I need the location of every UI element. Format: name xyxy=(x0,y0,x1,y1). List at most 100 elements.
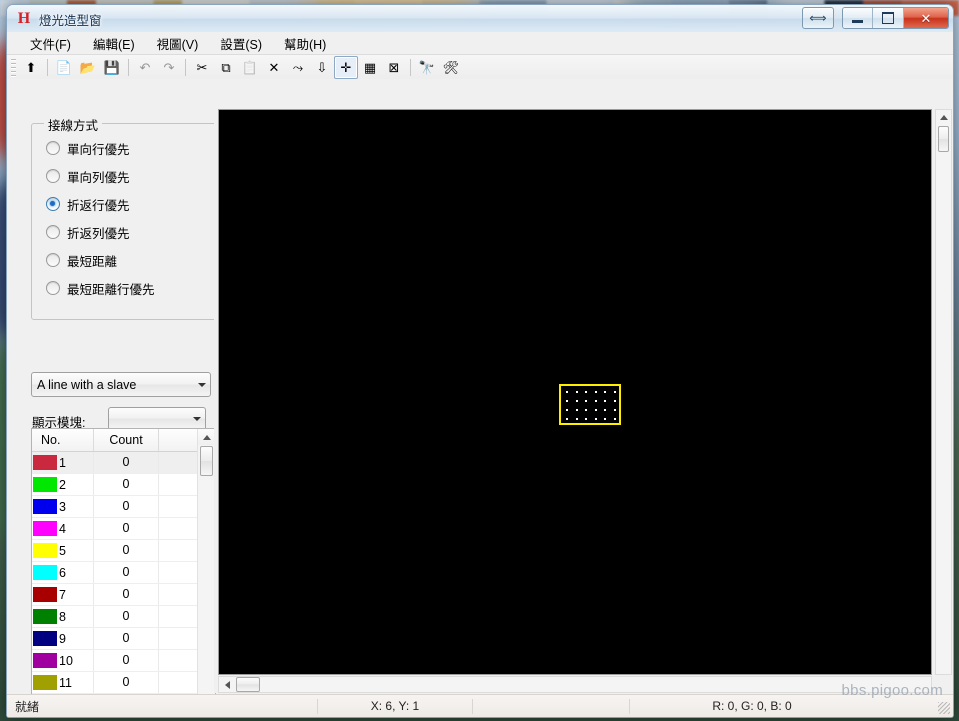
canvas-horizontal-scrollbar[interactable] xyxy=(218,676,932,693)
scrollbar-thumb[interactable] xyxy=(236,677,260,692)
radio-oneway-row-first[interactable]: 單向行優先 xyxy=(32,134,218,162)
color-swatch[interactable] xyxy=(33,609,57,624)
radio-indicator-icon[interactable] xyxy=(46,169,60,183)
delete-button[interactable]: ✕ xyxy=(262,56,286,79)
scroll-up-button[interactable] xyxy=(198,429,215,445)
table-row[interactable]: 90 xyxy=(32,628,215,650)
table-vertical-scrollbar[interactable] xyxy=(197,429,215,713)
table-row[interactable]: 80 xyxy=(32,606,215,628)
table-row[interactable]: 50 xyxy=(32,540,215,562)
scroll-left-button[interactable] xyxy=(219,677,235,692)
table-row[interactable]: 70 xyxy=(32,584,215,606)
led-point[interactable] xyxy=(566,409,568,411)
led-point[interactable] xyxy=(585,400,588,402)
led-point[interactable] xyxy=(585,391,588,393)
scrollbar-thumb[interactable] xyxy=(938,126,949,152)
point-edit-button[interactable]: ✛ xyxy=(334,56,358,79)
table-row[interactable]: 40 xyxy=(32,518,215,540)
led-point[interactable] xyxy=(594,418,597,420)
scrollbar-thumb[interactable] xyxy=(200,446,213,476)
table-row[interactable]: 60 xyxy=(32,562,215,584)
led-point[interactable] xyxy=(604,391,607,393)
color-swatch[interactable] xyxy=(33,587,57,602)
color-swatch[interactable] xyxy=(33,675,57,690)
radio-indicator-icon[interactable] xyxy=(46,253,60,267)
menu-help[interactable]: 幫助(H) xyxy=(273,31,337,56)
upload-button[interactable]: ⬆ xyxy=(19,56,43,79)
led-point[interactable] xyxy=(594,391,597,393)
display-module-select[interactable] xyxy=(108,407,206,430)
scroll-up-button[interactable] xyxy=(936,110,951,125)
select-area-button[interactable]: ⊠ xyxy=(382,56,406,79)
cut-button[interactable]: ✂ xyxy=(190,56,214,79)
led-point[interactable] xyxy=(604,409,607,411)
menu-settings[interactable]: 設置(S) xyxy=(209,31,273,56)
menu-file[interactable]: 文件(F) xyxy=(19,31,82,56)
maximize-button[interactable] xyxy=(873,8,904,28)
led-point[interactable] xyxy=(614,409,616,411)
save-button[interactable]: 💾 xyxy=(100,56,124,79)
menu-edit[interactable]: 編輯(E) xyxy=(82,31,146,56)
table-row[interactable]: 10 0 xyxy=(32,650,215,672)
copy-button[interactable]: ⧉ xyxy=(214,56,238,79)
led-point[interactable] xyxy=(604,418,607,420)
design-canvas[interactable] xyxy=(218,109,932,675)
led-point[interactable] xyxy=(575,400,578,402)
tools-button[interactable]: 🛠 xyxy=(439,56,463,79)
led-point[interactable] xyxy=(575,418,578,420)
led-point[interactable] xyxy=(566,391,568,393)
radio-zigzag-col-first[interactable]: 折返列優先 xyxy=(32,218,218,246)
color-swatch[interactable] xyxy=(33,543,57,558)
table-row[interactable]: 11 0 xyxy=(32,672,215,694)
resize-grip[interactable] xyxy=(938,702,950,714)
led-point[interactable] xyxy=(566,418,568,420)
open-button[interactable]: 📂 xyxy=(76,56,100,79)
led-point[interactable] xyxy=(566,400,568,402)
radio-shortest-distance-row-first[interactable]: 最短距離行優先 xyxy=(32,274,218,302)
led-point[interactable] xyxy=(575,409,578,411)
color-swatch[interactable] xyxy=(33,565,57,580)
radio-oneway-col-first[interactable]: 單向列優先 xyxy=(32,162,218,190)
download-button[interactable]: ⇩ xyxy=(310,56,334,79)
table-row[interactable]: 20 xyxy=(32,474,215,496)
preview-button[interactable]: 🔭 xyxy=(415,56,439,79)
color-swatch[interactable] xyxy=(33,499,57,514)
toolbar-grip[interactable] xyxy=(11,58,16,77)
module-grid-button[interactable]: ▦ xyxy=(358,56,382,79)
canvas-vertical-scrollbar[interactable] xyxy=(935,109,952,675)
radio-indicator-icon[interactable] xyxy=(46,225,60,239)
column-header-count[interactable]: Count xyxy=(94,429,159,451)
led-point[interactable] xyxy=(585,418,588,420)
menu-view[interactable]: 視圖(V) xyxy=(146,31,210,56)
radio-zigzag-row-first[interactable]: 折返行優先 xyxy=(32,190,218,218)
minimize-button[interactable] xyxy=(843,8,873,28)
radio-label: 單向行優先 xyxy=(67,142,130,157)
selection-rectangle[interactable] xyxy=(559,384,621,425)
led-point[interactable] xyxy=(614,418,616,420)
radio-indicator-icon[interactable] xyxy=(46,197,60,211)
color-swatch[interactable] xyxy=(33,521,57,536)
color-swatch[interactable] xyxy=(33,653,57,668)
led-point[interactable] xyxy=(604,400,607,402)
led-point[interactable] xyxy=(614,391,616,393)
help-arrows-button[interactable]: ⟺ xyxy=(802,7,834,29)
status-ready-text: 就緒 xyxy=(15,699,40,714)
radio-shortest-distance[interactable]: 最短距離 xyxy=(32,246,218,274)
close-button[interactable]: ✕ xyxy=(904,8,948,28)
radio-indicator-icon[interactable] xyxy=(46,141,60,155)
line-mode-select[interactable]: A line with a slave xyxy=(31,372,211,397)
led-point[interactable] xyxy=(585,409,588,411)
led-point[interactable] xyxy=(614,400,616,402)
connect-points-button[interactable]: ⤳ xyxy=(286,56,310,79)
table-row[interactable]: 30 xyxy=(32,496,215,518)
led-point[interactable] xyxy=(594,409,597,411)
new-button[interactable]: 📄 xyxy=(52,56,76,79)
radio-indicator-icon[interactable] xyxy=(46,281,60,295)
led-point[interactable] xyxy=(575,391,578,393)
color-swatch[interactable] xyxy=(33,477,57,492)
color-swatch[interactable] xyxy=(33,455,57,470)
table-row[interactable]: 10 xyxy=(32,452,215,474)
led-point[interactable] xyxy=(594,400,597,402)
color-swatch[interactable] xyxy=(33,631,57,646)
column-header-no[interactable]: No. xyxy=(32,429,94,451)
